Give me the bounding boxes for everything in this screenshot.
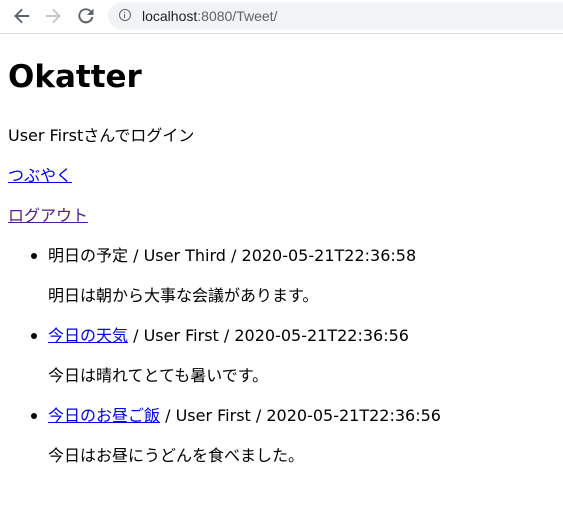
tweet-body: 今日は晴れてとても暑いです。 [48,366,269,385]
tweet-body: 今日はお昼にうどんを食べました。 [48,446,305,465]
url-text[interactable]: localhost:8080/Tweet/ [142,8,277,24]
tweet-body: 明日は朝から大事な会議があります。 [48,286,319,305]
browser-toolbar: localhost:8080/Tweet/ [0,0,563,34]
reload-button[interactable] [75,5,97,27]
reload-icon [78,8,94,24]
list-bullet [31,413,37,419]
logout-link-line: ログアウト [8,206,88,226]
logout-link[interactable]: ログアウト [8,206,88,225]
url-host: localhost [142,8,198,24]
tweet-link[interactable]: つぶやく [8,166,72,185]
tweet-title-link[interactable]: 今日のお昼ご飯 [48,406,160,425]
address-bar[interactable]: localhost:8080/Tweet/ [108,2,563,30]
info-icon[interactable] [119,9,131,21]
tweet-meta: / User First / 2020-05-21T22:36:56 [160,406,441,425]
page-title: Okatter [8,59,142,95]
tweet-header: 今日の天気 / User First / 2020-05-21T22:36:56 [48,326,409,346]
arrow-right-icon [46,8,61,24]
login-status: User Firstさんでログイン [8,126,195,145]
back-button[interactable] [11,5,33,27]
tweet-meta: / User First / 2020-05-21T22:36:56 [128,326,409,345]
arrow-left-icon [14,8,29,24]
tweet-header: 今日のお昼ご飯 / User First / 2020-05-21T22:36:… [48,406,441,426]
tweet-link-line: つぶやく [8,166,72,186]
tweet-title-link[interactable]: 今日の天気 [48,326,128,345]
tweet-header: 明日の予定 / User Third / 2020-05-21T22:36:58 [48,246,416,266]
forward-button[interactable] [42,5,64,27]
list-bullet [31,253,37,259]
page-content: Okatter User Firstさんでログイン つぶやく ログアウト 明日の… [0,34,563,510]
tweet-meta: / User Third / 2020-05-21T22:36:58 [128,246,417,265]
list-bullet [31,333,37,339]
url-path: :8080/Tweet/ [197,8,278,24]
tweet-title: 明日の予定 [48,246,129,265]
